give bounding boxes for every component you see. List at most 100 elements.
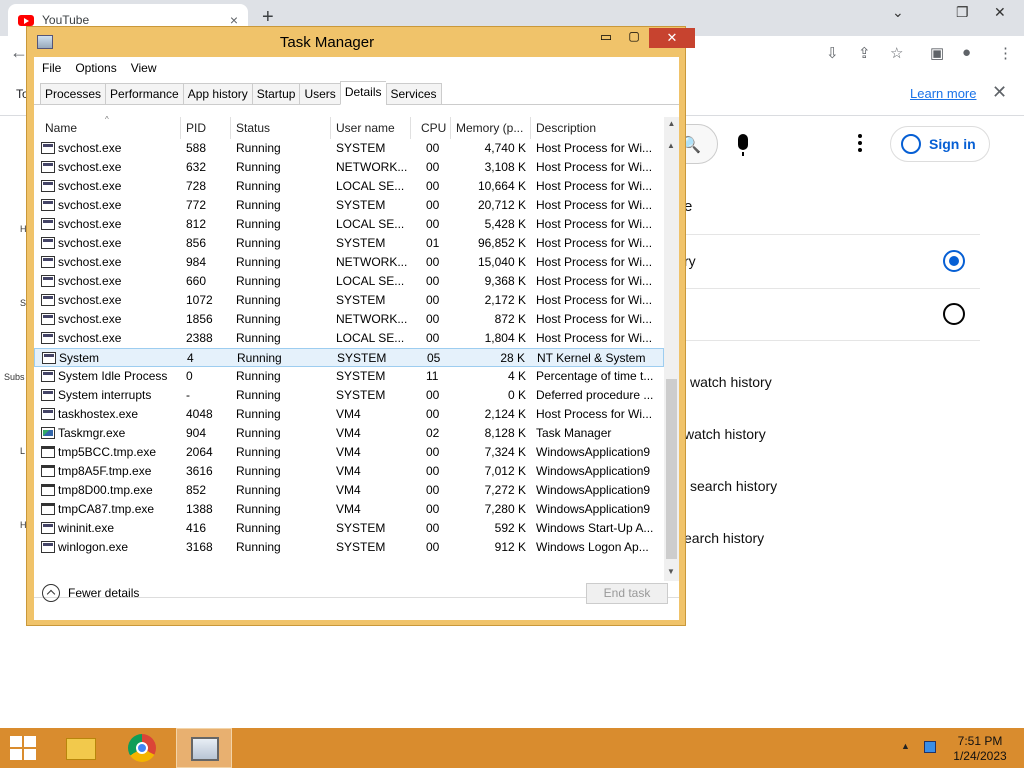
process-status: Running bbox=[236, 141, 281, 155]
taskbar-chrome[interactable] bbox=[114, 728, 170, 768]
browser-restore-button[interactable]: ❐ bbox=[956, 4, 969, 21]
minimize-button[interactable]: ▭ bbox=[593, 29, 619, 49]
process-cpu: 00 bbox=[426, 521, 440, 535]
tab-app-history[interactable]: App history bbox=[182, 83, 252, 105]
scroll-down-icon[interactable]: ▼ bbox=[667, 567, 675, 576]
taskbar-task-manager[interactable] bbox=[176, 728, 232, 768]
table-row[interactable]: tmp8D00.tmp.exe 852 Running VM4 00 7,272 K Win… bbox=[34, 481, 664, 500]
table-row[interactable]: System Idle Process 0 Running SYSTEM 11 4 K Pe… bbox=[34, 367, 664, 386]
taskbar-file-explorer[interactable] bbox=[52, 728, 108, 768]
process-cpu: 00 bbox=[426, 293, 440, 307]
tab-users[interactable]: Users bbox=[299, 83, 340, 105]
menu-options[interactable]: Options bbox=[75, 61, 116, 75]
vertical-scrollbar[interactable]: ▲ ▼ bbox=[664, 139, 679, 581]
process-status: Running bbox=[236, 179, 281, 193]
table-row[interactable]: tmp5BCC.tmp.exe 2064 Running VM4 00 7,324 K Wi… bbox=[34, 443, 664, 462]
radio-unselected[interactable] bbox=[943, 303, 965, 325]
show-hidden-icons-icon[interactable]: ▲ bbox=[901, 741, 910, 751]
yt-item-clear-search-history[interactable]: earch history bbox=[684, 530, 764, 546]
table-row[interactable]: svchost.exe 728 Running LOCAL SE... 00 10,664… bbox=[34, 177, 664, 196]
process-icon bbox=[41, 142, 55, 154]
column-divider[interactable] bbox=[230, 117, 231, 139]
task-manager-icon bbox=[191, 737, 219, 761]
table-row[interactable]: svchost.exe 1072 Running SYSTEM 00 2,172 K Hos… bbox=[34, 291, 664, 310]
browser-tablist-chevron-icon[interactable]: ⌄ bbox=[892, 4, 904, 21]
column-header-status[interactable]: Status bbox=[236, 121, 270, 135]
column-header-name[interactable]: Name bbox=[45, 121, 77, 135]
process-name: System bbox=[59, 351, 100, 365]
yt-item-clear-watch-history[interactable]: watch history bbox=[684, 426, 766, 442]
bookmark-star-icon[interactable]: ☆ bbox=[890, 44, 903, 62]
column-header-user-name[interactable]: User name bbox=[336, 121, 395, 135]
side-panel-icon[interactable]: ▣ bbox=[930, 44, 944, 62]
table-row[interactable]: tmp8A5F.tmp.exe 3616 Running VM4 00 7,012 K Wi… bbox=[34, 462, 664, 481]
end-task-button[interactable]: End task bbox=[586, 583, 668, 604]
table-row[interactable]: svchost.exe 1856 Running NETWORK... 00 872 K H… bbox=[34, 310, 664, 329]
table-row[interactable]: tmpCA87.tmp.exe 1388 Running VM4 00 7,280 K Wi… bbox=[34, 500, 664, 519]
share-icon[interactable]: ⇪ bbox=[858, 44, 871, 62]
table-row[interactable]: taskhostex.exe 4048 Running VM4 00 2,124 K Hos… bbox=[34, 405, 664, 424]
infobar-close-icon[interactable]: ✕ bbox=[992, 82, 1007, 103]
column-divider[interactable] bbox=[450, 117, 451, 139]
yt-item-pause-watch-history[interactable]: watch history bbox=[690, 374, 772, 390]
table-row[interactable]: winlogon.exe 3168 Running SYSTEM 00 912 K Wind… bbox=[34, 538, 664, 557]
tab-details[interactable]: Details bbox=[339, 81, 386, 105]
start-button[interactable] bbox=[10, 736, 38, 762]
title-bar[interactable]: Task Manager ▭ ▢ ✕ bbox=[27, 27, 695, 57]
scrollbar-thumb[interactable] bbox=[666, 379, 677, 559]
learn-more-link[interactable]: Learn more bbox=[910, 86, 976, 101]
tab-services[interactable]: Services bbox=[385, 83, 442, 105]
table-row[interactable]: Taskmgr.exe 904 Running VM4 02 8,128 K Task Ma… bbox=[34, 424, 664, 443]
browser-close-button[interactable]: ✕ bbox=[994, 4, 1006, 21]
sign-in-button[interactable]: Sign in bbox=[890, 126, 990, 162]
table-row[interactable]: svchost.exe 856 Running SYSTEM 01 96,852 K Hos… bbox=[34, 234, 664, 253]
chrome-menu-icon[interactable]: ⋮ bbox=[998, 44, 1013, 62]
install-icon[interactable]: ⇩ bbox=[826, 44, 839, 62]
menu-view[interactable]: View bbox=[131, 61, 157, 75]
table-row[interactable]: System interrupts - Running SYSTEM 00 0 K Defe… bbox=[34, 386, 664, 405]
process-status: Running bbox=[236, 160, 281, 174]
table-row[interactable]: wininit.exe 416 Running SYSTEM 00 592 K Window… bbox=[34, 519, 664, 538]
column-header-memory[interactable]: Memory (p... bbox=[456, 121, 523, 135]
tab-startup[interactable]: Startup bbox=[251, 83, 300, 105]
tab-performance[interactable]: Performance bbox=[105, 83, 183, 105]
process-cpu: 00 bbox=[426, 312, 440, 326]
maximize-button[interactable]: ▢ bbox=[621, 29, 647, 49]
process-name: winlogon.exe bbox=[58, 540, 129, 554]
table-row[interactable]: svchost.exe 812 Running LOCAL SE... 00 5,428 … bbox=[34, 215, 664, 234]
table-row[interactable]: svchost.exe 772 Running SYSTEM 00 20,712 K Hos… bbox=[34, 196, 664, 215]
scroll-up-icon[interactable]: ▲ bbox=[667, 141, 675, 150]
process-status: Running bbox=[236, 483, 281, 497]
column-header-cpu[interactable]: CPU bbox=[421, 121, 446, 135]
menu-file[interactable]: File bbox=[42, 61, 61, 75]
process-description: Host Process for Wi... bbox=[536, 274, 653, 288]
system-clock[interactable]: 7:51 PM 1/24/2023 bbox=[950, 734, 1010, 764]
process-description: WindowsApplication9 bbox=[536, 445, 651, 459]
column-divider[interactable] bbox=[330, 117, 331, 139]
process-pid: 772 bbox=[186, 198, 207, 212]
microphone-icon[interactable] bbox=[738, 134, 748, 156]
column-divider[interactable] bbox=[410, 117, 411, 139]
table-row[interactable]: svchost.exe 660 Running LOCAL SE... 00 9,368 … bbox=[34, 272, 664, 291]
column-header-pid[interactable]: PID bbox=[186, 121, 206, 135]
radio-selected[interactable] bbox=[943, 250, 965, 272]
tab-processes[interactable]: Processes bbox=[40, 83, 106, 105]
column-divider[interactable] bbox=[180, 117, 181, 139]
fewer-details-button[interactable]: Fewer details bbox=[42, 584, 139, 602]
divider bbox=[680, 234, 980, 235]
process-memory: 2,124 K bbox=[484, 407, 526, 421]
table-row[interactable]: System 4 Running SYSTEM 05 28 K NT Kernel & Sy… bbox=[34, 348, 664, 367]
table-row[interactable]: svchost.exe 984 Running NETWORK... 00 15,040 … bbox=[34, 253, 664, 272]
column-header-description[interactable]: Description bbox=[536, 121, 596, 135]
process-description: Host Process for Wi... bbox=[536, 255, 653, 269]
column-divider[interactable] bbox=[530, 117, 531, 139]
table-row[interactable]: svchost.exe 588 Running SYSTEM 00 4,740 K Host… bbox=[34, 139, 664, 158]
table-row[interactable]: svchost.exe 632 Running NETWORK... 00 3,108 K… bbox=[34, 158, 664, 177]
action-center-flag-icon[interactable] bbox=[924, 741, 936, 753]
more-options-icon[interactable] bbox=[858, 134, 862, 152]
table-row[interactable]: svchost.exe 2388 Running LOCAL SE... 00 1,804… bbox=[34, 329, 664, 348]
profile-icon[interactable]: ● bbox=[962, 44, 971, 61]
close-button[interactable]: ✕ bbox=[649, 28, 695, 48]
yt-item-pause-search-history[interactable]: search history bbox=[690, 478, 777, 494]
process-status: Running bbox=[236, 198, 281, 212]
